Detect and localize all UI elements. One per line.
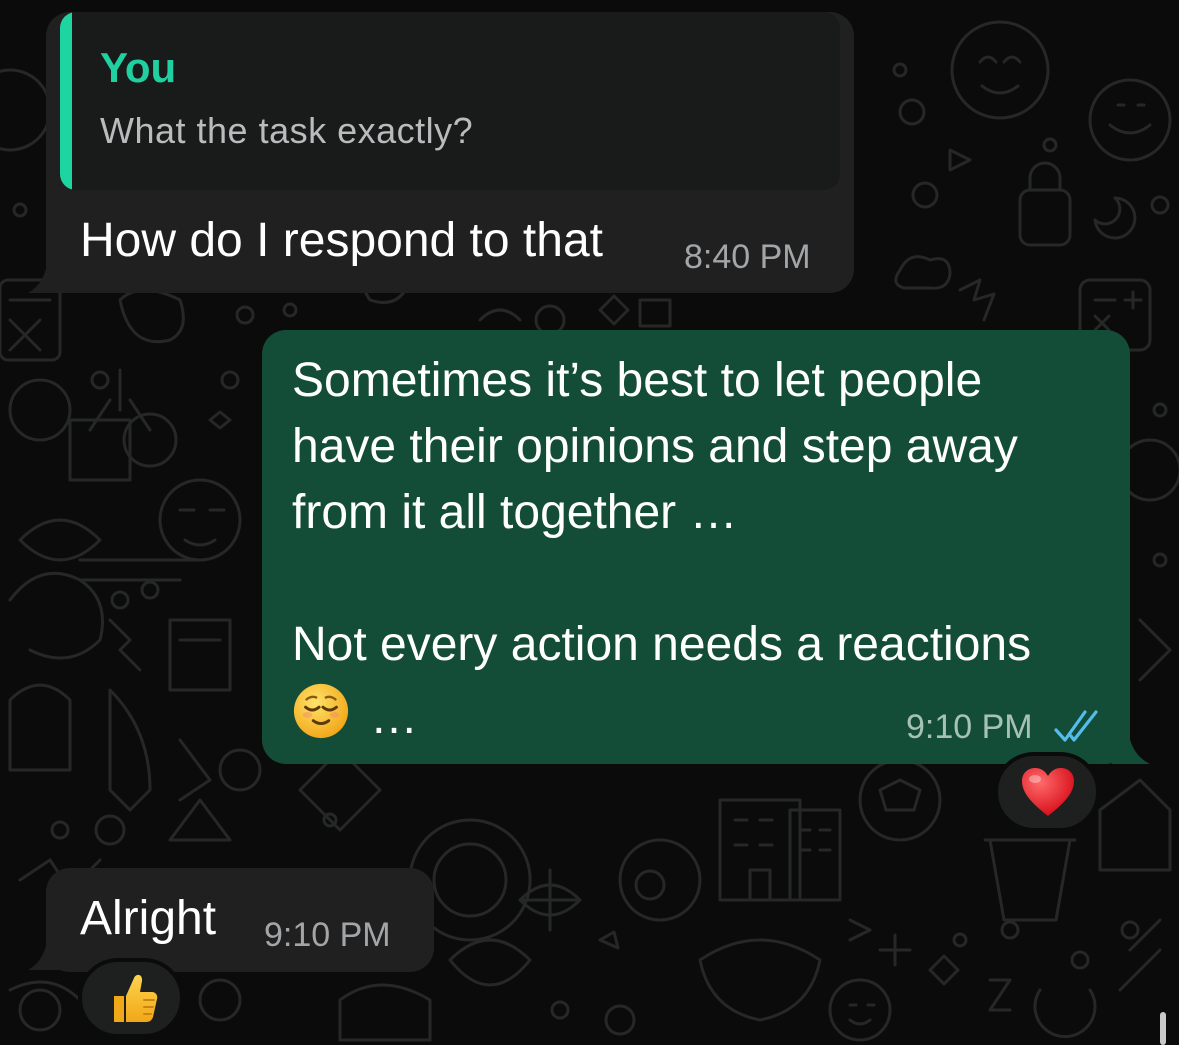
message-text: Alright: [80, 892, 217, 945]
thumbs-up-emoji: [114, 974, 158, 1022]
bubble-tail: [1112, 728, 1150, 764]
message-trailing-text: …: [370, 691, 418, 744]
message-timestamp: 9:10 PM: [906, 708, 1033, 746]
chat-view[interactable]: You What the task exactly? How do I resp…: [0, 0, 1179, 1045]
message-reaction[interactable]: [994, 752, 1100, 832]
bubble-tail: [28, 934, 68, 970]
read-receipt-double-check-icon: [1054, 710, 1098, 742]
message-timestamp: 8:40 PM: [684, 238, 811, 276]
relieved-face-emoji: [293, 683, 349, 739]
outgoing-message-bubble[interactable]: Sometimes it’s best to let people have t…: [262, 330, 1150, 764]
incoming-message-bubble[interactable]: Alright 9:10 PM: [28, 868, 434, 972]
message-text: Sometimes it’s best to let people have t…: [292, 354, 1032, 671]
quote-text: What the task exactly?: [100, 110, 474, 151]
message-timestamp: 9:10 PM: [264, 916, 391, 954]
quote-accent-bar: [60, 12, 72, 190]
scrollbar[interactable]: [1160, 1012, 1166, 1045]
message-reaction[interactable]: [78, 958, 184, 1038]
incoming-message-bubble[interactable]: You What the task exactly? How do I resp…: [28, 12, 854, 293]
red-heart-emoji: [1022, 768, 1074, 816]
bubble-tail: [28, 257, 68, 293]
message-emoji-line: …: [292, 680, 418, 742]
quote-author: You: [100, 44, 177, 91]
message-text: How do I respond to that: [80, 214, 603, 267]
quoted-message[interactable]: You What the task exactly?: [60, 12, 840, 190]
